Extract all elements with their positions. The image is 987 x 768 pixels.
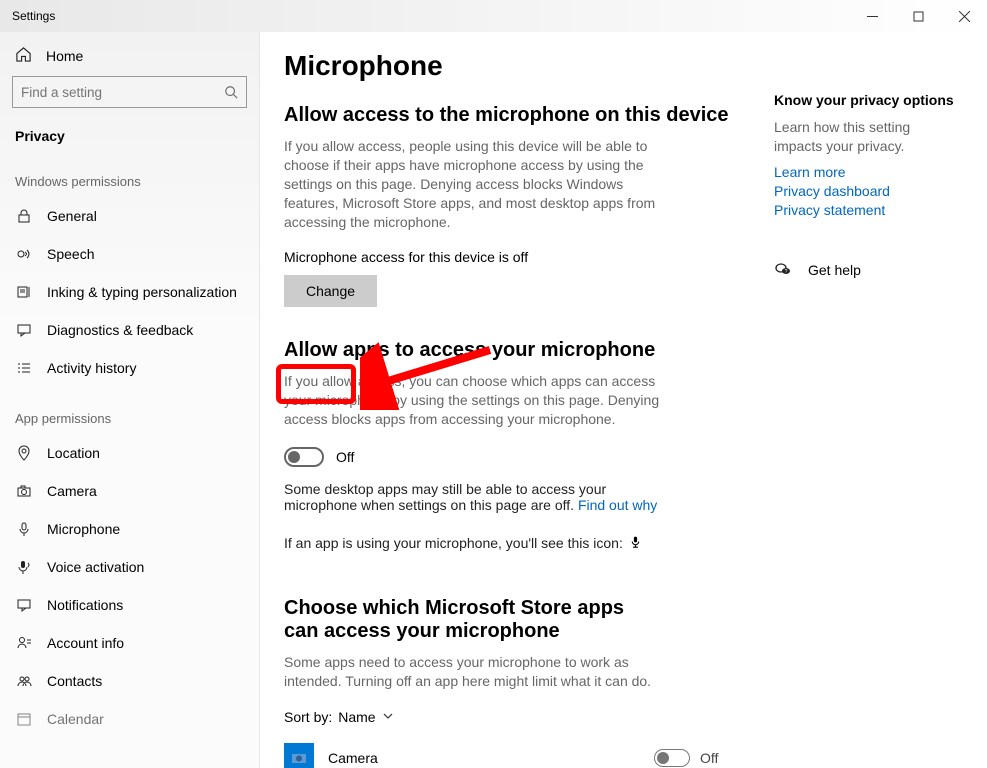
section-choose-apps-head: Choose which Microsoft Store apps can ac…: [284, 597, 664, 643]
feedback-icon: [15, 321, 33, 339]
sidebar-item-diagnostics[interactable]: Diagnostics & feedback: [0, 311, 259, 349]
section-allow-apps-desc: If you allow access, you can choose whic…: [284, 372, 664, 429]
app-row-camera: Camera Off: [284, 737, 744, 768]
app-list: Camera Off Cortana Off: [284, 737, 744, 768]
lock-icon: [15, 207, 33, 225]
svg-text:?: ?: [785, 269, 788, 275]
window-title: Settings: [0, 9, 55, 23]
sidebar-item-contacts[interactable]: Contacts: [0, 662, 259, 700]
sidebar-item-account-info[interactable]: Account info: [0, 624, 259, 662]
app-toggle-camera[interactable]: [654, 749, 690, 767]
sidebar-item-general[interactable]: General: [0, 197, 259, 235]
sidebar-item-microphone[interactable]: Microphone: [0, 510, 259, 548]
aside-head: Know your privacy options: [774, 92, 957, 108]
microphone-icon: [15, 520, 33, 538]
link-privacy-statement[interactable]: Privacy statement: [774, 202, 957, 218]
allow-apps-toggle-state: Off: [336, 449, 354, 465]
app-toggle-state: Off: [700, 750, 718, 766]
title-bar: Settings: [0, 0, 987, 32]
get-help-label: Get help: [808, 262, 861, 278]
chevron-down-icon: [382, 709, 394, 725]
sidebar-item-label: Activity history: [47, 360, 136, 376]
search-icon: [216, 85, 246, 99]
sidebar: Home Privacy Windows permissions General…: [0, 32, 260, 768]
sidebar-item-activity[interactable]: Activity history: [0, 349, 259, 387]
inking-icon: [15, 283, 33, 301]
window-controls: [849, 0, 987, 32]
sidebar-item-calendar[interactable]: Calendar: [0, 700, 259, 738]
sidebar-item-label: Voice activation: [47, 559, 144, 575]
camera-icon: [15, 482, 33, 500]
microphone-indicator-icon: [629, 535, 642, 551]
minimize-button[interactable]: [849, 0, 895, 32]
get-help-icon: ?: [774, 260, 792, 281]
camera-app-icon: [284, 743, 314, 768]
section-allow-device-head: Allow access to the microphone on this d…: [284, 104, 744, 127]
change-button[interactable]: Change: [284, 275, 377, 307]
sidebar-item-inking[interactable]: Inking & typing personalization: [0, 273, 259, 311]
sidebar-item-label: Contacts: [47, 673, 102, 689]
link-learn-more[interactable]: Learn more: [774, 164, 957, 180]
contacts-icon: [15, 672, 33, 690]
section-allow-device-desc: If you allow access, people using this d…: [284, 137, 664, 231]
find-out-why-link[interactable]: Find out why: [578, 497, 657, 513]
home-label: Home: [46, 48, 83, 64]
section-allow-apps-head: Allow apps to access your microphone: [284, 339, 744, 362]
sidebar-item-label: Calendar: [47, 711, 104, 727]
sort-by-value: Name: [338, 709, 375, 725]
allow-apps-toggle[interactable]: [284, 447, 324, 467]
sidebar-item-label: Inking & typing personalization: [47, 284, 237, 300]
speech-icon: [15, 245, 33, 263]
sidebar-item-label: Location: [47, 445, 100, 461]
notifications-icon: [15, 596, 33, 614]
aside-desc: Learn how this setting impacts your priv…: [774, 118, 957, 156]
account-icon: [15, 634, 33, 652]
sidebar-item-label: Camera: [47, 483, 97, 499]
sidebar-item-label: Speech: [47, 246, 94, 262]
sort-by-control[interactable]: Sort by: Name: [284, 709, 744, 725]
sidebar-section-title: Privacy: [0, 118, 259, 150]
sidebar-item-label: Microphone: [47, 521, 120, 537]
content-area: Microphone Allow access to the microphon…: [260, 32, 987, 768]
sidebar-item-location[interactable]: Location: [0, 434, 259, 472]
app-name: Camera: [328, 750, 640, 766]
sidebar-item-label: Notifications: [47, 597, 123, 613]
page-title: Microphone: [284, 50, 744, 82]
location-icon: [15, 444, 33, 462]
sidebar-item-label: Account info: [47, 635, 124, 651]
home-nav[interactable]: Home: [0, 36, 259, 76]
voice-activation-icon: [15, 558, 33, 576]
search-box[interactable]: [12, 76, 247, 108]
maximize-button[interactable]: [895, 0, 941, 32]
group-app-permissions: App permissions: [0, 387, 259, 434]
close-button[interactable]: [941, 0, 987, 32]
device-access-status: Microphone access for this device is off: [284, 249, 744, 265]
sidebar-item-label: Diagnostics & feedback: [47, 322, 193, 338]
mic-in-use-hint: If an app is using your microphone, you'…: [284, 535, 664, 551]
calendar-icon: [15, 710, 33, 728]
sidebar-item-label: General: [47, 208, 97, 224]
get-help-link[interactable]: ? Get help: [774, 260, 957, 281]
activity-icon: [15, 359, 33, 377]
sidebar-item-speech[interactable]: Speech: [0, 235, 259, 273]
home-icon: [15, 46, 32, 66]
section-choose-apps-desc: Some apps need to access your microphone…: [284, 653, 664, 691]
sidebar-item-camera[interactable]: Camera: [0, 472, 259, 510]
aside: Know your privacy options Learn how this…: [744, 50, 957, 768]
group-windows-permissions: Windows permissions: [0, 150, 259, 197]
sidebar-item-notifications[interactable]: Notifications: [0, 586, 259, 624]
sidebar-item-voice-activation[interactable]: Voice activation: [0, 548, 259, 586]
search-input[interactable]: [13, 85, 216, 100]
desktop-apps-hint: Some desktop apps may still be able to a…: [284, 481, 664, 513]
link-privacy-dashboard[interactable]: Privacy dashboard: [774, 183, 957, 199]
